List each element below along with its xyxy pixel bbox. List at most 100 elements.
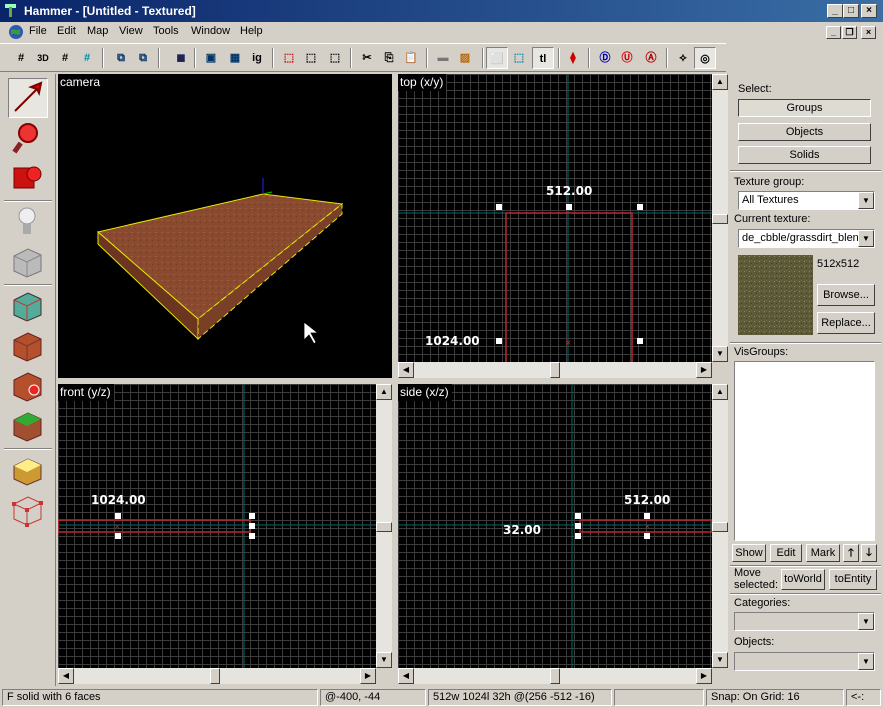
decal-tool-button[interactable] <box>8 366 48 406</box>
tool-palette <box>0 74 56 686</box>
cordon-icon[interactable]: ⬚ <box>300 47 322 69</box>
resize-handle[interactable] <box>496 338 502 344</box>
radius-culling-icon[interactable]: ◎ <box>694 47 716 69</box>
paste-icon[interactable]: 📋 <box>400 47 422 69</box>
mdi-restore-button[interactable]: ❐ <box>842 26 857 39</box>
texture-application-tool-button[interactable] <box>8 286 48 326</box>
selection-tool-button[interactable] <box>8 78 48 118</box>
resize-handle[interactable] <box>644 513 650 519</box>
categories-select[interactable]: ▼ <box>734 612 875 631</box>
carve-icon[interactable]: ▣ <box>200 47 222 69</box>
solid-color-icon[interactable]: ▬ <box>432 47 454 69</box>
block-tool-button[interactable] <box>8 242 48 282</box>
height-readout: 32.00 <box>503 523 541 537</box>
overlay-tool-button[interactable] <box>8 406 48 446</box>
object-properties-icon[interactable]: Ⓐ <box>640 47 662 69</box>
light-bulb-icon <box>18 207 36 234</box>
map-properties-icon[interactable]: Ⓓ <box>594 47 616 69</box>
width-readout: 512.00 <box>624 493 671 507</box>
clipping-tool-button[interactable] <box>8 450 48 490</box>
objects-select[interactable]: ▼ <box>734 652 875 671</box>
side-vertical-scrollbar[interactable]: ▲ ▼ <box>712 384 728 668</box>
selection-handles-icon[interactable]: ⬜ <box>486 47 508 69</box>
toggle-helpers-icon[interactable]: ▨ <box>454 47 476 69</box>
visgroup-show-button[interactable]: Show <box>732 544 766 562</box>
browse-button[interactable]: Browse... <box>817 284 875 306</box>
grid-toggle-icon[interactable]: # <box>10 47 32 69</box>
ungroup-icon[interactable]: ⧉ <box>132 47 154 69</box>
vertex-tool-button[interactable] <box>8 490 48 530</box>
resize-handle[interactable] <box>115 533 121 539</box>
mdi-close-button[interactable]: × <box>861 26 876 39</box>
resize-handle[interactable] <box>637 338 643 344</box>
top-horizontal-scrollbar[interactable]: ◀ ▶ <box>398 362 712 378</box>
replace-button[interactable]: Replace... <box>817 312 875 334</box>
magnify-tool-button[interactable] <box>8 118 48 158</box>
3d-grid-icon[interactable]: 3D <box>32 47 54 69</box>
resize-handle[interactable] <box>575 523 581 529</box>
menu-file[interactable]: File <box>29 25 47 37</box>
flip-icon[interactable]: ⧫ <box>562 47 584 69</box>
group-properties-icon[interactable]: Ⓤ <box>616 47 638 69</box>
smaller-grid-icon[interactable]: # <box>54 47 76 69</box>
resize-handle[interactable] <box>249 523 255 529</box>
top-viewport[interactable]: × 512.00 1024.00 top (x/y) <box>398 74 712 362</box>
resize-handle[interactable] <box>249 513 255 519</box>
hollow-icon[interactable]: ▦ <box>224 47 246 69</box>
front-horizontal-scrollbar[interactable]: ◀ ▶ <box>58 668 376 684</box>
menu-help[interactable]: Help <box>240 25 263 37</box>
camera-viewport[interactable]: camera <box>58 74 392 378</box>
minimize-button[interactable]: _ <box>827 4 843 18</box>
texture-group-select[interactable]: All Textures ▼ <box>738 191 875 210</box>
select-groups-button[interactable]: Groups <box>738 99 871 117</box>
select-by-handles-icon[interactable]: ⬚ <box>508 47 530 69</box>
resize-handle[interactable] <box>575 533 581 539</box>
visgroup-mark-button[interactable]: Mark <box>806 544 840 562</box>
visgroups-list[interactable] <box>734 361 875 541</box>
front-viewport[interactable]: × 1024.00 front (y/z) <box>58 384 376 668</box>
menu-view[interactable]: View <box>119 25 143 37</box>
side-horizontal-scrollbar[interactable]: ◀ ▶ <box>398 668 712 684</box>
side-viewport[interactable]: × 512.00 32.00 side (x/z) <box>398 384 712 668</box>
select-objects-button[interactable]: Objects <box>738 123 871 141</box>
resize-handle[interactable] <box>115 513 121 519</box>
globe-icon[interactable] <box>8 24 24 40</box>
cordon-toggle-icon[interactable]: ⬚ <box>324 47 346 69</box>
current-texture-select[interactable]: de_cbble/grassdirt_blend ▼ <box>738 229 875 248</box>
resize-handle[interactable] <box>575 513 581 519</box>
texture-lock-toggle-icon[interactable]: tl <box>532 47 554 69</box>
svg-text:×: × <box>644 522 651 531</box>
entity-tool-button[interactable] <box>8 202 48 242</box>
vertex-manipulation-icon[interactable]: ⟡ <box>672 47 694 69</box>
ignore-groups-icon[interactable]: ig <box>246 47 268 69</box>
select-solids-button[interactable]: Solids <box>738 146 871 164</box>
menu-tools[interactable]: Tools <box>153 25 179 37</box>
resize-handle[interactable] <box>566 204 572 210</box>
larger-grid-icon[interactable]: # <box>76 47 98 69</box>
hide-objects-icon[interactable]: ◼ <box>170 47 192 69</box>
front-vertical-scrollbar[interactable]: ▲ ▼ <box>376 384 392 668</box>
menu-map[interactable]: Map <box>87 25 108 37</box>
close-button[interactable]: × <box>861 4 877 18</box>
resize-handle[interactable] <box>496 204 502 210</box>
top-vertical-scrollbar[interactable]: ▲ ▼ <box>712 74 728 362</box>
group-icon[interactable]: ⧉ <box>110 47 132 69</box>
to-world-button[interactable]: toWorld <box>781 569 825 590</box>
cut-icon[interactable]: ✂ <box>356 47 378 69</box>
menu-window[interactable]: Window <box>191 25 230 37</box>
menu-edit[interactable]: Edit <box>57 25 76 37</box>
maximize-button[interactable]: □ <box>843 4 859 18</box>
resize-handle[interactable] <box>644 533 650 539</box>
apply-texture-tool-button[interactable] <box>8 326 48 366</box>
move-up-icon[interactable]: 🡑 <box>843 544 859 562</box>
mdi-minimize-button[interactable]: _ <box>826 26 841 39</box>
to-entity-button[interactable]: toEntity <box>829 569 877 590</box>
visgroup-edit-button[interactable]: Edit <box>770 544 802 562</box>
texture-lock-icon[interactable]: ⬚ <box>278 47 300 69</box>
copy-icon[interactable]: ⎘ <box>378 47 400 69</box>
resize-handle[interactable] <box>637 204 643 210</box>
resize-handle[interactable] <box>249 533 255 539</box>
camera-tool-button[interactable] <box>8 158 48 198</box>
move-down-icon[interactable]: 🡓 <box>861 544 877 562</box>
status-message: F solid with 6 faces <box>2 689 318 706</box>
